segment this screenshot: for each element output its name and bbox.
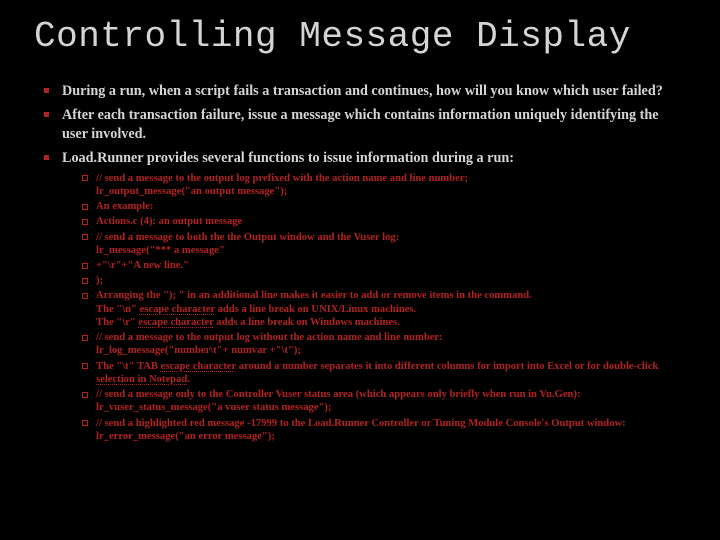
main-text: During a run, when a script fails a tran… [62, 83, 663, 99]
underlined-text: selection in Notepad [96, 374, 187, 385]
main-list: During a run, when a script fails a tran… [34, 82, 686, 443]
sub-item: Arranging the "); " in an additional lin… [96, 289, 686, 329]
sub-item: // send a message only to the Controller… [96, 388, 686, 414]
sub-item: ); [96, 274, 686, 287]
underlined-text: escape character [138, 317, 213, 328]
sub-item: // send a highlighted red message -17999… [96, 417, 686, 443]
slide-title: Controlling Message Display [34, 18, 686, 56]
sub-item: An example: [96, 200, 686, 213]
underlined-text: escape character [140, 304, 215, 315]
sub-item: // send a message to the output log with… [96, 331, 686, 357]
main-item: During a run, when a script fails a tran… [62, 82, 686, 100]
slide: Controlling Message Display During a run… [0, 0, 720, 540]
underlined-text: escape character [161, 361, 236, 372]
sub-item: // send a message to the output log pref… [96, 172, 686, 198]
sub-item: +"\r"+"A new line." [96, 259, 686, 272]
main-item: After each transaction failure, issue a … [62, 106, 686, 143]
sub-item: Actions.c (4): an output message [96, 215, 686, 228]
sub-item: The "\t" TAB escape character around a n… [96, 360, 686, 386]
main-text: Load.Runner provides several functions t… [62, 150, 514, 166]
main-text: After each transaction failure, issue a … [62, 107, 659, 141]
sub-item: // send a message to both the the Output… [96, 231, 686, 257]
main-item: Load.Runner provides several functions t… [62, 149, 686, 443]
sub-list: // send a message to the output log pref… [62, 172, 686, 443]
